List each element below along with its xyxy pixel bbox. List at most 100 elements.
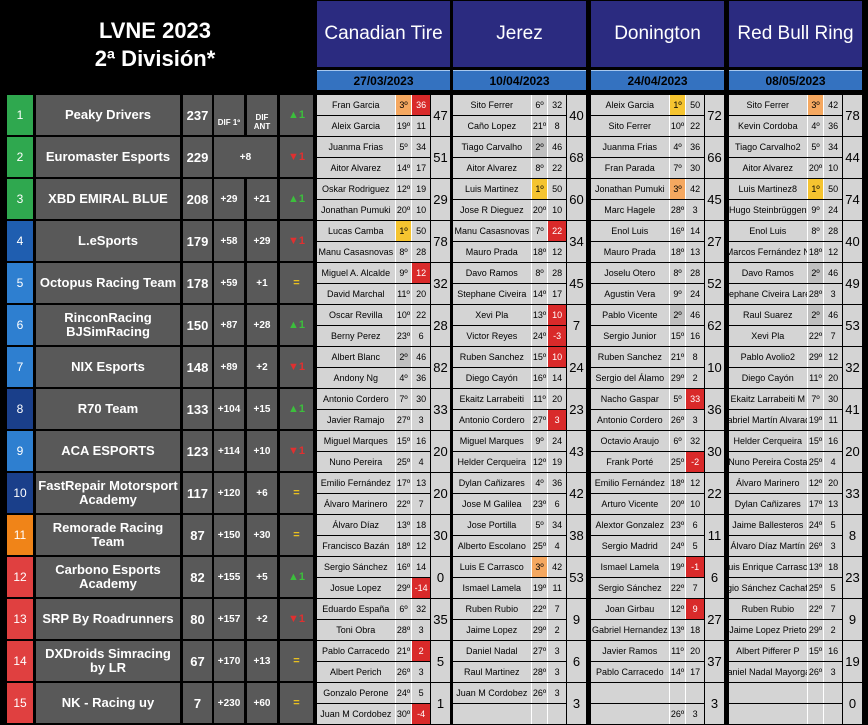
driver-row: Lucas Camba 1º 50 (317, 221, 431, 241)
team-name[interactable]: FastRepair Motorsport Academy (36, 473, 180, 513)
position-badge: 13 (7, 599, 33, 639)
driver-position: 13º (668, 620, 686, 640)
round-total: 44 (843, 137, 862, 178)
driver-row: Albert Perich 26º 3 (317, 662, 431, 682)
driver-name: Ruben Rubio (729, 599, 807, 619)
driver-points: 10 (823, 158, 843, 178)
round-total: 0 (843, 683, 862, 724)
round-total: 78 (843, 95, 862, 136)
driver-points: 13 (823, 494, 843, 514)
dif1-value: +170 (214, 641, 244, 681)
driver-position: 25º (394, 452, 412, 472)
driver-row: Agustin Vera 9º 24 (591, 284, 705, 304)
position-change-indicator: ▼1 (280, 599, 313, 639)
driver-position: 18º (668, 473, 686, 493)
driver-points: 42 (823, 95, 843, 115)
driver-points: 8 (547, 116, 567, 136)
driver-name: Pablo Carracedo (317, 641, 395, 661)
driver-name: Mauro Prada (453, 242, 531, 262)
driver-points: 36 (823, 116, 843, 136)
driver-row: Pablo Vicente 2º 46 (591, 305, 705, 325)
team-name[interactable]: RinconRacing BJSimRacing (36, 305, 180, 345)
driver-position: 11º (530, 389, 548, 409)
driver-position: 8º (530, 158, 548, 178)
team-points: 229 (183, 137, 212, 177)
driver-position: 13º (394, 515, 412, 535)
round-total: 33 (431, 389, 450, 430)
team-points: 87 (183, 515, 212, 555)
driver-points: 10 (411, 200, 431, 220)
team-name[interactable]: Octopus Racing Team (36, 263, 180, 303)
position-badge: 10 (7, 473, 33, 513)
team-name[interactable]: R70 Team (36, 389, 180, 429)
team-name[interactable]: DXDroids Simracing by LR (36, 641, 180, 681)
driver-position: 19º (668, 557, 686, 577)
driver-points: 2 (547, 620, 567, 640)
driver-row: Juan M Cordobez 26º 3 (453, 683, 567, 703)
driver-points: 2 (411, 641, 431, 661)
title-line2: 2ª División* (94, 46, 216, 71)
team-name[interactable]: Remorade Racing Team (36, 515, 180, 555)
round-total: 72 (705, 95, 724, 136)
position-change-indicator: ▲1 (280, 305, 313, 345)
driver-row: Pablo Carracedo 14º 17 (591, 662, 705, 682)
driver-name: Manu Casasnovas (453, 221, 531, 241)
driver-points (823, 704, 843, 724)
driver-points: 4 (823, 452, 843, 472)
dif1-value: +150 (214, 515, 244, 555)
team-name[interactable]: XBD EMIRAL BLUE (36, 179, 180, 219)
driver-points: 2 (823, 620, 843, 640)
driver-points: 5 (823, 578, 843, 598)
driver-name: Álvaro Díaz (317, 515, 395, 535)
driver-position: 12º (806, 473, 824, 493)
driver-points: 12 (823, 347, 843, 367)
driver-name: Aitor Alvarez (453, 158, 531, 178)
driver-row: Luis Martinez 1º 50 (453, 179, 567, 199)
driver-name: Javier Ramos (591, 641, 669, 661)
round-header: Canadian Tire (317, 1, 450, 67)
driver-points: 32 (547, 95, 567, 115)
driver-name: Francisco Bazán (317, 536, 395, 556)
team-name[interactable]: NIX Esports (36, 347, 180, 387)
team-points: 80 (183, 599, 212, 639)
driver-row: Álvaro Díaz 13º 18 (317, 515, 431, 535)
difant-value: +21 (247, 179, 277, 219)
driver-name (729, 683, 807, 703)
driver-position: 8º (394, 242, 412, 262)
driver-name: Marc Hagele (591, 200, 669, 220)
standings-board: LVNE 2023 2ª División* Canadian Tire 27/03/… (0, 0, 868, 725)
team-name[interactable]: L.eSports (36, 221, 180, 261)
round-total: 60 (567, 179, 586, 220)
position-badge: 14 (7, 641, 33, 681)
driver-position: 2º (394, 347, 412, 367)
driver-row: Luis Martinez8 1º 50 (729, 179, 843, 199)
driver-points: 32 (685, 431, 705, 451)
driver-points (823, 683, 843, 703)
team-name[interactable]: Peaky Drivers (36, 95, 180, 135)
team-name[interactable]: ACA ESPORTS (36, 431, 180, 471)
driver-name: Álvaro Marinero (729, 473, 807, 493)
driver-name: Jose R Dieguez (453, 200, 531, 220)
round-total: 40 (567, 95, 586, 136)
driver-name: Antonio Cordero (453, 410, 531, 430)
driver-position: 25º (530, 536, 548, 556)
driver-name: Marcos Fernández N (729, 242, 807, 262)
driver-name: Frank Porté (591, 452, 669, 472)
driver-position: 6º (394, 599, 412, 619)
team-name[interactable]: NK - Racing uy (36, 683, 180, 723)
driver-position: 4º (530, 473, 548, 493)
team-name[interactable]: Carbono Esports Academy (36, 557, 180, 597)
team-points: 237 (183, 95, 212, 135)
driver-row (453, 704, 567, 724)
driver-points: 10 (685, 494, 705, 514)
driver-row: Jonathan Pumuki 3º 42 (591, 179, 705, 199)
team-name[interactable]: Euromaster Esports (36, 137, 180, 177)
driver-points: 28 (547, 263, 567, 283)
round-total: 78 (431, 221, 450, 262)
driver-position: 4º (668, 137, 686, 157)
driver-row: Alberto Escolano 25º 4 (453, 536, 567, 556)
driver-points: 3 (547, 662, 567, 682)
team-name[interactable]: SRP By Roadrunners (36, 599, 180, 639)
driver-position: 18º (394, 536, 412, 556)
driver-name: Nuno Pereira (317, 452, 395, 472)
